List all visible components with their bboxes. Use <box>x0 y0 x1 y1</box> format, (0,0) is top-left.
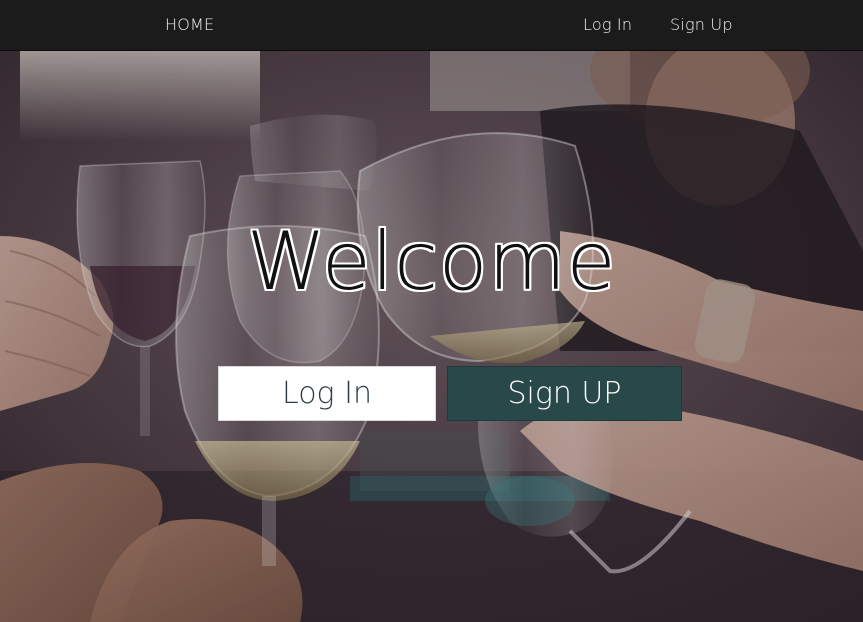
top-navbar: HOME Log In Sign Up <box>0 0 863 51</box>
login-button[interactable]: Log In <box>218 366 436 421</box>
page: HOME Log In Sign Up Welcome Log In Sign … <box>0 0 863 622</box>
nav-home-link[interactable]: HOME <box>165 15 214 34</box>
welcome-title: Welcome <box>246 215 617 308</box>
hero-background-photo <box>0 51 863 622</box>
nav-login-link[interactable]: Log In <box>583 15 632 34</box>
nav-signup-link[interactable]: Sign Up <box>670 15 733 34</box>
signup-button[interactable]: Sign UP <box>447 366 682 421</box>
